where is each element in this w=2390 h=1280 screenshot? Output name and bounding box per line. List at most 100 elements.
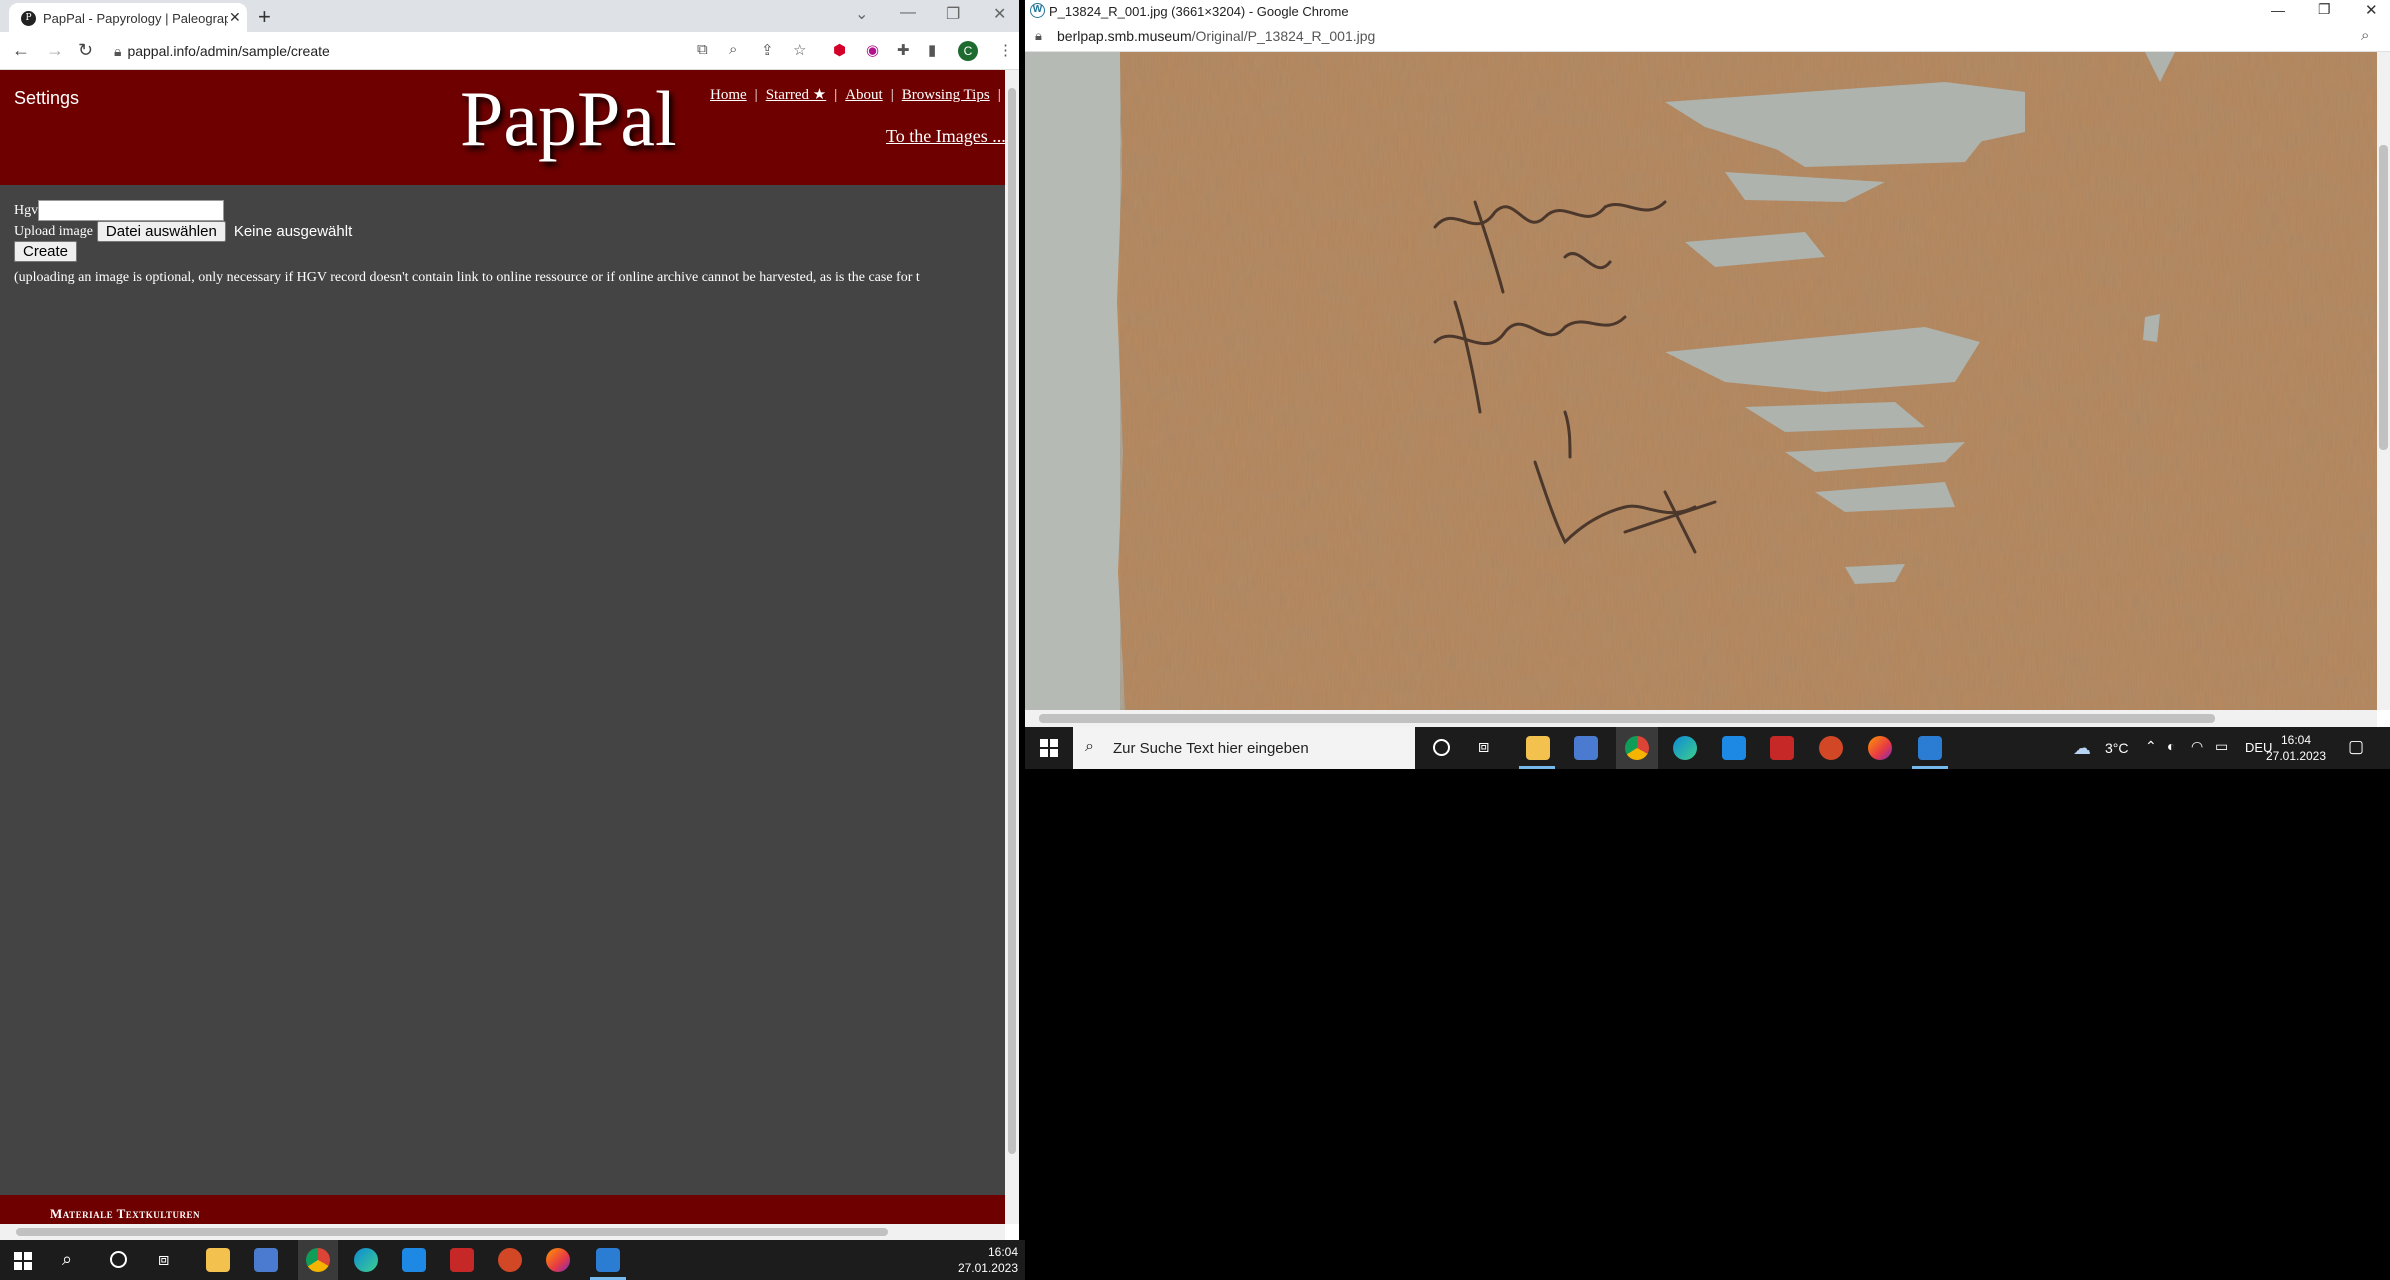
firefox-icon[interactable] (546, 1248, 570, 1272)
taskbar-clock-right[interactable]: 16:04 27.01.2023 (2263, 732, 2329, 764)
menu-kebab-icon[interactable]: ⋮ (998, 41, 1013, 59)
tab-pappal[interactable]: P PapPal - Papyrology | Paleograph... ✕ (9, 3, 247, 32)
explorer-active-indicator (1519, 766, 1555, 769)
settings-link[interactable]: Settings (14, 88, 79, 109)
translate-icon[interactable]: ⧉ (697, 41, 708, 58)
powerpoint-icon[interactable] (498, 1248, 522, 1272)
popup-zoom-icon[interactable]: ⌕ (2361, 27, 2369, 44)
popup-window-title: P_13824_R_001.jpg (3661×3204) - Google C… (1049, 4, 1349, 19)
upload-row: Upload image Datei auswählen Keine ausge… (14, 221, 352, 242)
hgv-label: Hgv (14, 202, 39, 218)
edge-icon[interactable] (354, 1248, 378, 1272)
popup-url-path: /Original/P_13824_R_001.jpg (1191, 28, 1376, 44)
zoom-icon[interactable]: ⌕ (729, 41, 737, 58)
firefox-icon-right[interactable] (1868, 736, 1892, 760)
popup-close-icon[interactable]: ✕ (2365, 1, 2378, 19)
mail-icon-right[interactable] (1722, 736, 1746, 760)
tab-search-icon[interactable]: ⌄ (855, 4, 868, 24)
windows-start-icon-right[interactable] (1040, 739, 1058, 757)
papyrus-image[interactable] (1025, 52, 2377, 710)
search-icon[interactable]: ⌕ (62, 1249, 72, 1270)
mail-icon[interactable] (402, 1248, 426, 1272)
file-explorer-icon-right[interactable] (1526, 736, 1550, 760)
photos-icon-right[interactable] (1918, 736, 1942, 760)
tray-network-icon[interactable]: ◐ (2167, 738, 2175, 754)
cortana-icon-right[interactable] (1433, 739, 1450, 756)
site-logo[interactable]: PapPal (460, 74, 677, 164)
taskbar-search-icon: ⌕ (1085, 738, 1094, 755)
cortana-icon[interactable] (110, 1251, 127, 1268)
new-tab-button[interactable]: + (258, 4, 271, 30)
tray-chevron-up-icon[interactable]: ⌃ (2145, 738, 2157, 755)
popup-horizontal-scroll-thumb[interactable] (1039, 714, 2215, 723)
hgv-input[interactable] (38, 200, 225, 221)
tray-wifi-icon[interactable]: ◠ (2191, 738, 2203, 755)
tray-battery-icon[interactable]: ▭ (2215, 738, 2228, 755)
side-panel-icon[interactable]: ▮ (928, 41, 936, 59)
share-icon[interactable]: ⇪ (761, 41, 774, 59)
right-browser-window: W P_13824_R_001.jpg (3661×3204) - Google… (1025, 0, 2390, 727)
restore-icon[interactable]: ❐ (946, 4, 960, 24)
site-header: Settings PapPal Home | Starred ★ | About | Bro… (0, 70, 1005, 185)
close-window-icon[interactable]: ✕ (993, 4, 1006, 24)
url-field[interactable]: 🔒︎ pappal.info/admin/sample/create (114, 43, 330, 60)
powerpoint-icon-right[interactable] (1819, 736, 1843, 760)
task-view-icon-right[interactable]: ⧈ (1478, 736, 1489, 757)
tab-title: PapPal - Papyrology | Paleograph... (43, 11, 228, 26)
taskbar-right: ⌕ Zur Suche Text hier eingeben ⧈ ☁ 3°C ⌃… (1025, 727, 2390, 769)
bookmark-star-icon[interactable]: ☆ (793, 41, 806, 59)
page-vertical-scroll-thumb[interactable] (1008, 88, 1016, 1154)
lock-icon: 🔒︎ (114, 43, 122, 59)
popup-address-bar[interactable]: 🔒︎ berlpap.smb.museum/Original/P_13824_R… (1025, 22, 2390, 52)
minimize-icon[interactable]: — (900, 4, 916, 22)
forward-arrow-icon[interactable]: → (46, 40, 64, 61)
create-row: Create (14, 241, 78, 262)
profile-avatar[interactable]: C (958, 41, 978, 61)
pappal-page: Settings PapPal Home | Starred ★ | About | Bro… (0, 70, 1005, 1224)
chrome-icon[interactable] (306, 1248, 330, 1272)
choose-file-button[interactable]: Datei auswählen (96, 221, 226, 242)
weather-temperature[interactable]: 3°C (2105, 740, 2129, 756)
acrobat-icon[interactable] (450, 1248, 474, 1272)
nav-about[interactable]: About (845, 87, 883, 103)
file-explorer-icon[interactable] (206, 1248, 230, 1272)
back-arrow-icon[interactable]: ← (12, 40, 30, 61)
store-icon-right[interactable] (1574, 736, 1598, 760)
create-button[interactable]: Create (14, 241, 78, 262)
papyrus-scan (1025, 52, 2377, 710)
chrome-icon-right[interactable] (1625, 736, 1649, 760)
acrobat-icon-right[interactable] (1770, 736, 1794, 760)
edge-icon-right[interactable] (1673, 736, 1697, 760)
left-browser-window: P PapPal - Papyrology | Paleograph... ✕ … (0, 0, 1019, 1240)
extension-shield-icon[interactable]: ⬢ (833, 41, 846, 59)
nav-starred[interactable]: Starred ★ (766, 87, 827, 103)
weather-cloud-icon[interactable]: ☁ (2073, 738, 2091, 759)
pappal-favicon-icon: P (21, 11, 36, 26)
nav-browsing-tips[interactable]: Browsing Tips (902, 87, 990, 103)
footer-text: Materiale Textkulturen (50, 1206, 200, 1221)
top-navigation: Home|Starred ★|About|Browsing Tips|C (710, 87, 1001, 103)
store-icon[interactable] (254, 1248, 278, 1272)
nav-home[interactable]: Home (710, 87, 747, 103)
popup-vertical-scroll-thumb[interactable] (2379, 145, 2388, 450)
task-view-icon[interactable]: ⧈ (158, 1249, 169, 1270)
page-horizontal-scroll-thumb[interactable] (16, 1228, 888, 1236)
tab-close-icon[interactable]: ✕ (229, 9, 241, 26)
popup-minimize-icon[interactable]: — (2271, 2, 2285, 18)
windows-start-icon[interactable] (14, 1252, 32, 1270)
upload-label: Upload image (14, 223, 93, 239)
hgv-row: Hgv (14, 200, 225, 221)
reload-icon[interactable]: ↻ (78, 40, 93, 61)
clock-date-right: 27.01.2023 (2265, 749, 2327, 763)
photos-icon[interactable] (596, 1248, 620, 1272)
wordpress-favicon-icon: W (1030, 3, 1045, 18)
popup-url[interactable]: berlpap.smb.museum/Original/P_13824_R_00… (1057, 28, 1375, 44)
extensions-puzzle-icon[interactable]: ✚ (897, 41, 910, 59)
taskbar-search-box[interactable]: ⌕ Zur Suche Text hier eingeben (1073, 727, 1415, 769)
notification-center-icon[interactable]: ▢ (2348, 737, 2364, 757)
taskbar-clock-left[interactable]: 16:04 27.01.2023 (940, 1244, 1018, 1276)
to-the-images-link[interactable]: To the Images ... (886, 126, 1005, 147)
taskbar-left: ⌕ ⧈ 16:04 27.01.2023 (0, 1240, 1025, 1280)
popup-restore-icon[interactable]: ❐ (2318, 1, 2331, 18)
extension-circle-icon[interactable]: ◉ (866, 41, 879, 59)
